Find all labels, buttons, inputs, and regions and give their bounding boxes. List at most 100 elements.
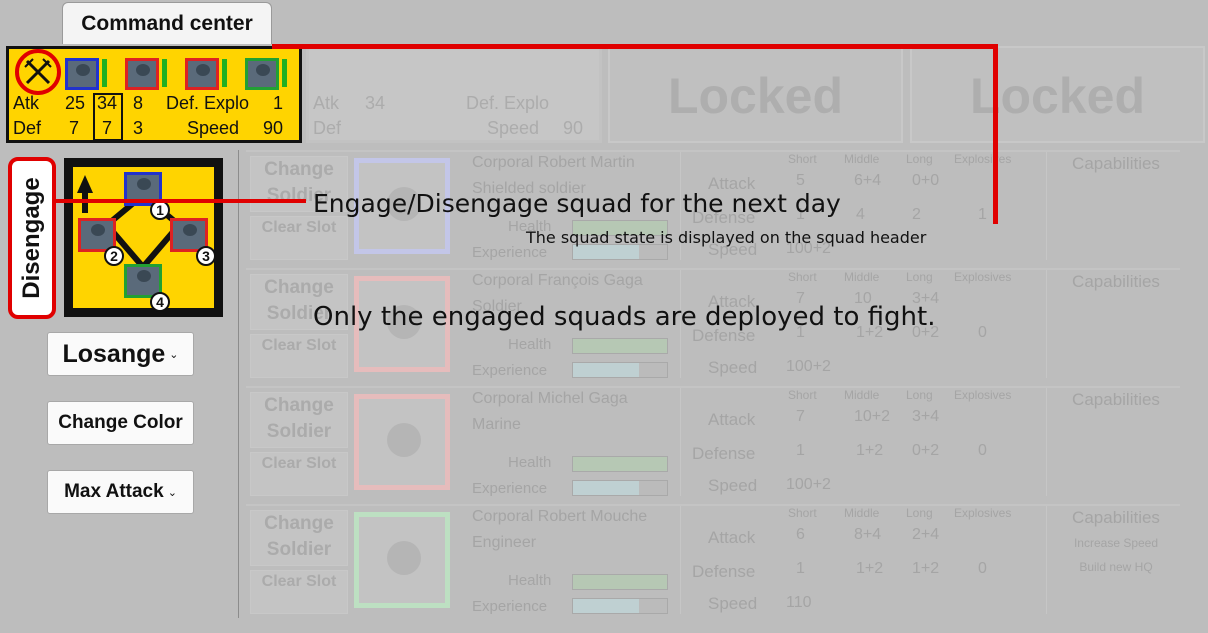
long-header: Long	[906, 388, 933, 402]
speed-label: Speed	[708, 594, 758, 613]
divider	[1046, 152, 1047, 260]
formation-value: Losange	[62, 339, 166, 368]
health-bar	[162, 59, 167, 87]
speed-label: Speed	[708, 476, 758, 495]
def-label: Def	[13, 118, 42, 138]
health-bar	[102, 59, 107, 87]
middle-header: Middle	[844, 270, 880, 284]
explosives-header: Explosives	[954, 506, 1012, 520]
explosives-header: Explosives	[954, 152, 1012, 166]
soldier-portrait	[354, 394, 450, 490]
long-header: Long	[906, 152, 933, 166]
atk-label: Atk	[13, 93, 40, 113]
defense-short: 1	[796, 442, 805, 459]
atk-value: 34	[365, 93, 386, 113]
long-header: Long	[906, 270, 933, 284]
divider	[1046, 270, 1047, 378]
change-soldier-button[interactable]: Change Soldier	[250, 510, 348, 566]
change-color-button[interactable]: Change Color	[47, 401, 194, 445]
squad-members-strip	[13, 49, 299, 95]
policy-dropdown[interactable]: Max Attack ⌄	[47, 470, 194, 514]
attack-long: 3+4	[912, 408, 940, 425]
locked-slot-1: Locked	[608, 46, 903, 143]
crossed-rifles-icon	[24, 58, 52, 85]
policy-value: Max Attack	[64, 481, 164, 502]
short-header: Short	[788, 388, 817, 402]
position-number-2: 2	[104, 246, 124, 266]
defense-middle: 4	[856, 206, 865, 223]
attack-short: 6	[796, 526, 805, 543]
position-number-4: 4	[150, 292, 170, 312]
attack-short: 5	[796, 172, 805, 189]
chevron-down-icon: ⌄	[169, 348, 179, 361]
defense-long: 1+2	[912, 560, 940, 577]
speed-value: 100+2	[786, 358, 831, 375]
squad-header-2[interactable]: Atk 34 Def. Explo Def Speed 90	[306, 46, 602, 143]
experience-label: Experience	[472, 480, 548, 497]
capabilities-header: Capabilities	[1072, 154, 1160, 173]
attack-short: 7	[796, 408, 805, 425]
def-explo-label: Def. Explo	[466, 93, 550, 113]
health-bar	[222, 59, 227, 87]
experience-bar	[572, 480, 668, 496]
middle-header: Middle	[844, 152, 880, 166]
soldier-avatar-blue	[65, 58, 99, 90]
explosives-header: Explosives	[954, 388, 1012, 402]
soldier-avatar-green	[245, 58, 279, 90]
divider	[1046, 506, 1047, 614]
position-number-1: 1	[150, 200, 170, 220]
attack-label: Attack	[708, 410, 756, 429]
defense-explosives: 0	[978, 442, 987, 459]
defense-explosives: 1	[978, 206, 987, 223]
clear-slot-button[interactable]: Clear Slot	[250, 334, 348, 378]
locked-slot-2: Locked	[910, 46, 1205, 143]
capabilities-header: Capabilities	[1072, 272, 1160, 291]
atk-middle-value: 34	[97, 93, 118, 113]
formation-dropdown[interactable]: Losange ⌄	[47, 332, 194, 376]
clear-slot-button[interactable]: Clear Slot	[250, 452, 348, 496]
short-header: Short	[788, 506, 817, 520]
explosives-header: Explosives	[954, 270, 1012, 284]
annotation-note: Only the engaged squads are deployed to …	[313, 302, 936, 332]
defense-explosives: 0	[978, 560, 987, 577]
atk-long-value: 8	[133, 93, 144, 113]
annotation-sub: The squad state is displayed on the squa…	[526, 228, 927, 247]
soldier-row: Change Soldier Clear Slot Corporal Rober…	[246, 504, 1180, 616]
change-soldier-button[interactable]: Change Soldier	[250, 392, 348, 448]
experience-label: Experience	[472, 362, 548, 379]
soldier-class: Engineer	[472, 534, 537, 551]
annotation-line-right	[993, 44, 998, 224]
middle-header: Middle	[844, 506, 880, 520]
attack-middle: 6+4	[854, 172, 882, 189]
long-header: Long	[906, 506, 933, 520]
speed-value: 110	[786, 594, 812, 611]
def-explo-value: 1	[273, 93, 284, 113]
defense-explosives: 0	[978, 324, 987, 341]
annotation-line-top	[272, 44, 998, 49]
middle-header: Middle	[844, 388, 880, 402]
defense-long: 0+2	[912, 442, 940, 459]
tab-command-center[interactable]: Command center	[62, 2, 272, 44]
speed-label: Speed	[487, 118, 540, 138]
speed-label: Speed	[187, 118, 240, 138]
soldier-avatar-red	[185, 58, 219, 90]
health-bar	[572, 456, 668, 472]
capabilities-header: Capabilities	[1072, 390, 1160, 409]
def-long-value: 3	[133, 118, 144, 138]
health-bar	[282, 59, 287, 87]
divider	[680, 506, 681, 614]
clear-slot-button[interactable]: Clear Slot	[250, 570, 348, 614]
soldier-name: Corporal Robert Mouche	[472, 508, 648, 525]
speed-value: 90	[563, 118, 584, 138]
clear-slot-button[interactable]: Clear Slot	[250, 216, 348, 260]
soldier-class: Marine	[472, 416, 521, 433]
soldier-name: Corporal Robert Martin	[472, 154, 635, 171]
capability-item: Increase Speed	[1073, 536, 1159, 550]
up-arrow-icon	[77, 175, 93, 193]
def-label: Def	[313, 118, 342, 138]
soldier-portrait	[354, 512, 450, 608]
speed-value: 100+2	[786, 476, 831, 493]
active-squad-header[interactable]: Atk 25 34 8 Def. Explo 1 Def 7 7 3 Speed…	[6, 46, 302, 143]
soldier-name: Corporal François Gaga	[472, 272, 643, 289]
disengage-button[interactable]: Disengage	[8, 157, 56, 319]
